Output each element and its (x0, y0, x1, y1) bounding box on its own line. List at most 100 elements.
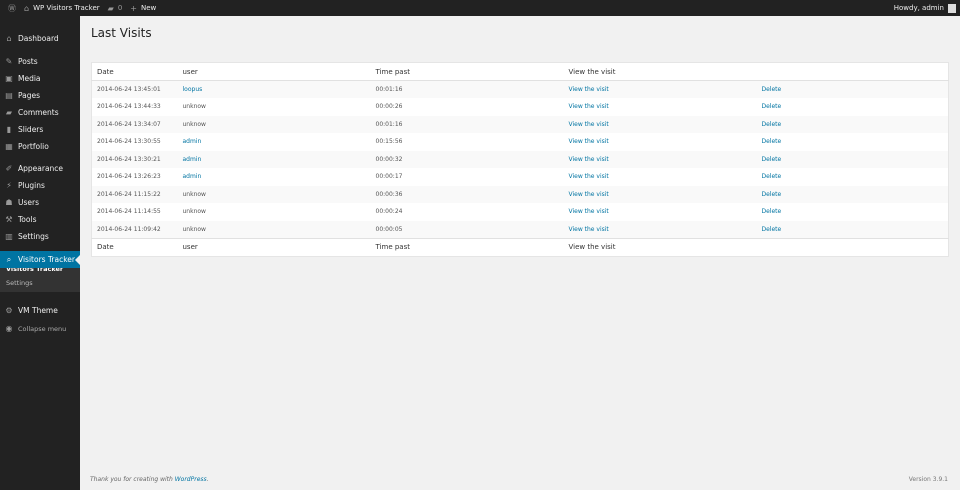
visit-user-link[interactable]: loopus (183, 86, 203, 93)
version-text: Version 3.9.1 (908, 476, 948, 483)
menu-item-label: Posts (18, 57, 38, 66)
menu-item-portfolio[interactable]: ▦ Portfolio (0, 138, 80, 155)
visit-time-past: 00:00:24 (375, 208, 403, 216)
view-visit-link[interactable]: View the visit (569, 226, 609, 233)
view-visit-link[interactable]: View the visit (569, 156, 609, 163)
visit-date: 2014-06-24 11:09:42 (97, 225, 161, 233)
delete-visit-link[interactable]: Delete (762, 173, 782, 180)
comments-link[interactable]: ▰ 0 (108, 0, 123, 16)
visit-user-link[interactable]: admin (183, 156, 202, 163)
plugin-icon: ⚡ (6, 181, 12, 190)
delete-visit-link[interactable]: Delete (762, 208, 782, 215)
gear-icon: ⚙ (5, 306, 13, 315)
sliders-icon: ▮ (6, 125, 12, 134)
menu-item-label: Visitors Tracker (18, 255, 76, 264)
table-row: 2014-06-24 11:14:55 unknow 00:00:24 View th… (92, 203, 949, 221)
table-row: 2014-06-24 13:44:33 unknow 00:00:26 View th… (92, 98, 949, 116)
menu-item-users[interactable]: ☗ Users (0, 194, 80, 211)
search-icon: ⌕ (6, 254, 12, 264)
column-view: View the visit (563, 237, 757, 256)
table-row: 2014-06-24 13:26:23 admin 00:00:17 View the… (92, 168, 949, 186)
comment-icon: ▰ (5, 108, 13, 117)
visit-date: 2014-06-24 13:30:55 (97, 138, 161, 146)
menu-item-media[interactable]: ▣ Media (0, 70, 80, 87)
menu-item-tools[interactable]: ⚒ Tools (0, 211, 80, 228)
wrench-icon: ⚒ (5, 215, 13, 224)
page-title: Last Visits (91, 26, 152, 40)
settings-icon: ▥ (5, 232, 13, 241)
delete-visit-link[interactable]: Delete (762, 226, 782, 233)
visit-user: unknow (182, 103, 206, 111)
view-visit-link[interactable]: View the visit (569, 191, 609, 198)
menu-item-label: Dashboard (18, 34, 59, 43)
menu-item-pages[interactable]: ▤ Pages (0, 87, 80, 104)
column-date: Date (91, 62, 178, 81)
menu-item-label: Comments (18, 108, 59, 117)
visit-user: unknow (182, 225, 206, 233)
avatar (948, 3, 956, 13)
menu-item-dashboard[interactable]: ⌂ Dashboard (0, 30, 80, 47)
table-row: 2014-06-24 13:34:07 unknow 00:01:16 View th… (91, 115, 949, 133)
table-row: 2014-06-24 11:09:42 unknow 00:00:05 View th… (91, 220, 949, 238)
visit-user-link[interactable]: admin (183, 173, 202, 180)
view-visit-link[interactable]: View the visit (569, 103, 609, 110)
portfolio-icon: ▦ (5, 142, 13, 151)
menu-item-posts[interactable]: ✎ Posts (0, 53, 80, 70)
menu-item-appearance[interactable]: ✐ Appearance (0, 160, 80, 177)
visit-date: 2014-06-24 11:15:22 (97, 190, 161, 198)
delete-visit-link[interactable]: Delete (762, 191, 782, 198)
visit-time-past: 00:00:26 (375, 103, 403, 111)
visit-user-link[interactable]: admin (183, 138, 202, 145)
menu-item-label: Media (18, 74, 41, 83)
column-actions (756, 62, 949, 81)
new-content-link[interactable]: + New (130, 0, 156, 16)
menu-item-collapse-menu[interactable]: ◉ Collapse menu (0, 320, 80, 337)
account-menu[interactable]: Howdy, admin (894, 0, 956, 16)
menu-item-comments[interactable]: ▰ Comments (0, 104, 80, 121)
comment-icon: ▰ (107, 3, 114, 13)
visit-user: unknow (182, 190, 206, 198)
brush-icon: ✐ (5, 164, 13, 173)
table-footer-row: Date user Time past View the visit (91, 237, 949, 256)
menu-item-label: Tools (18, 215, 37, 224)
delete-visit-link[interactable]: Delete (762, 156, 782, 163)
menu-item-label: Collapse menu (18, 324, 67, 333)
visits-table: Date user Time past View the visit 2014-… (91, 62, 949, 257)
visit-date: 2014-06-24 13:30:21 (97, 155, 161, 163)
view-visit-link[interactable]: View the visit (569, 173, 609, 180)
delete-visit-link[interactable]: Delete (762, 86, 782, 93)
table-header-row: Date user Time past View the visit (91, 62, 949, 81)
menu-item-label: Plugins (18, 181, 45, 190)
column-user: user (177, 237, 371, 256)
menu-item-visitors-tracker[interactable]: ⌕ Visitors Tracker (0, 251, 80, 268)
view-visit-link[interactable]: View the visit (569, 86, 609, 93)
menu-item-plugins[interactable]: ⚡ Plugins (0, 177, 80, 194)
view-visit-link[interactable]: View the visit (569, 208, 609, 215)
view-visit-link[interactable]: View the visit (569, 121, 609, 128)
visit-time-past: 00:15:56 (375, 138, 403, 146)
visit-time-past: 00:00:32 (375, 155, 403, 163)
visit-date: 2014-06-24 13:44:33 (97, 103, 161, 111)
dashboard-icon: ⌂ (6, 34, 12, 43)
wordpress-link[interactable]: WordPress (175, 476, 207, 483)
wordpress-logo-icon[interactable]: Ⓦ (8, 0, 16, 16)
delete-visit-link[interactable]: Delete (762, 121, 782, 128)
menu-item-sliders[interactable]: ▮ Sliders (0, 121, 80, 138)
menu-item-settings[interactable]: ▥ Settings (0, 228, 80, 245)
delete-visit-link[interactable]: Delete (762, 138, 782, 145)
table-row: 2014-06-24 13:30:21 admin 00:00:32 View the… (91, 150, 949, 168)
table-row: 2014-06-24 11:15:22 unknow 00:00:36 View th… (91, 185, 949, 203)
delete-visit-link[interactable]: Delete (762, 103, 782, 110)
media-icon: ▣ (5, 74, 13, 83)
menu-item-vm-theme[interactable]: ⚙ VM Theme (0, 302, 80, 319)
visit-date: 2014-06-24 11:14:55 (97, 208, 161, 216)
menu-item-label: Users (18, 198, 40, 207)
visit-date: 2014-06-24 13:45:01 (97, 86, 161, 93)
admin-menu: Visitors Tracker Settings ⌂ Dashboard ✎ Pos… (0, 16, 80, 490)
submenu-settings[interactable]: Settings (6, 279, 33, 287)
visit-time-past: 00:00:17 (375, 173, 403, 181)
view-visit-link[interactable]: View the visit (569, 138, 609, 145)
site-name-link[interactable]: ⌂ WP Visitors Tracker (24, 0, 100, 16)
home-icon: ⌂ (24, 3, 30, 13)
menu-item-label: Portfolio (18, 142, 49, 151)
